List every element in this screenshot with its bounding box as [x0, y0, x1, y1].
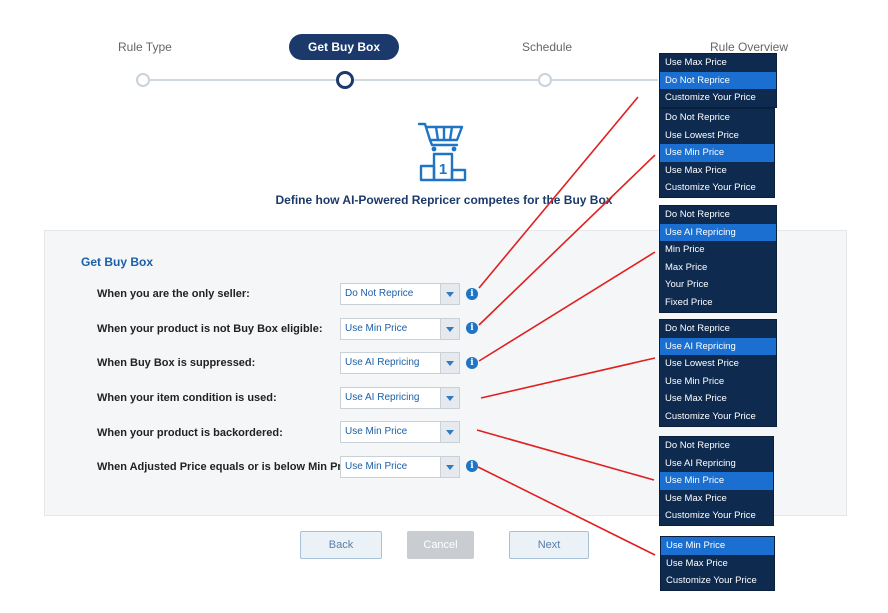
- dropdown-option[interactable]: Customize Your Price: [660, 408, 776, 426]
- dropdown-option[interactable]: Use Max Price: [660, 54, 776, 72]
- dropdown-option-selected[interactable]: Use AI Repricing: [660, 223, 776, 242]
- dropdown-callout-backordered: Do Not Reprice Use AI Repricing Use Min …: [659, 436, 774, 526]
- dropdown-option-selected[interactable]: Use AI Repricing: [660, 337, 776, 356]
- dropdown-option-selected[interactable]: Use Min Price: [660, 144, 774, 162]
- dropdown-option[interactable]: Max Price: [660, 259, 776, 277]
- dropdown-option[interactable]: Customize Your Price: [661, 572, 774, 590]
- dropdown-option[interactable]: Customize Your Price: [660, 179, 774, 197]
- dropdown-option[interactable]: Your Price: [660, 276, 776, 294]
- dropdown-callout-below-min: Use Min Price Use Max Price Customize Yo…: [660, 536, 775, 591]
- dropdown-option[interactable]: Do Not Reprice: [660, 206, 776, 224]
- dropdown-option[interactable]: Use Max Price: [660, 162, 774, 180]
- dropdown-callout-suppressed: Do Not Reprice Use AI Repricing Min Pric…: [659, 205, 777, 313]
- dropdown-callout-not-eligible: Do Not Reprice Use Lowest Price Use Min …: [659, 108, 775, 198]
- dropdown-option[interactable]: Use AI Repricing: [660, 455, 773, 473]
- dropdown-option[interactable]: Use Max Price: [660, 490, 773, 508]
- dropdown-option[interactable]: Use Lowest Price: [660, 355, 776, 373]
- dropdown-option-selected[interactable]: Use Min Price: [661, 537, 774, 555]
- dropdown-option[interactable]: Use Max Price: [660, 390, 776, 408]
- dropdown-option[interactable]: Use Max Price: [661, 555, 774, 573]
- dropdown-option[interactable]: Do Not Reprice: [660, 320, 776, 338]
- dropdown-option-selected[interactable]: Use Min Price: [660, 472, 773, 490]
- dropdown-option[interactable]: Do Not Reprice: [660, 109, 774, 127]
- dropdown-option[interactable]: Fixed Price: [660, 294, 776, 312]
- dropdown-option[interactable]: Use Min Price: [660, 373, 776, 391]
- dropdown-option[interactable]: Use Lowest Price: [660, 127, 774, 145]
- dropdown-option[interactable]: Customize Your Price: [660, 507, 773, 525]
- dropdown-option[interactable]: Min Price: [660, 241, 776, 259]
- dropdown-option[interactable]: Customize Your Price: [660, 89, 776, 107]
- dropdown-option-selected[interactable]: Do Not Reprice: [660, 71, 776, 90]
- dropdown-callout-only-seller: Use Max Price Do Not Reprice Customize Y…: [659, 53, 777, 108]
- dropdown-option[interactable]: Do Not Reprice: [660, 437, 773, 455]
- dropdown-callout-condition-used: Do Not Reprice Use AI Repricing Use Lowe…: [659, 319, 777, 427]
